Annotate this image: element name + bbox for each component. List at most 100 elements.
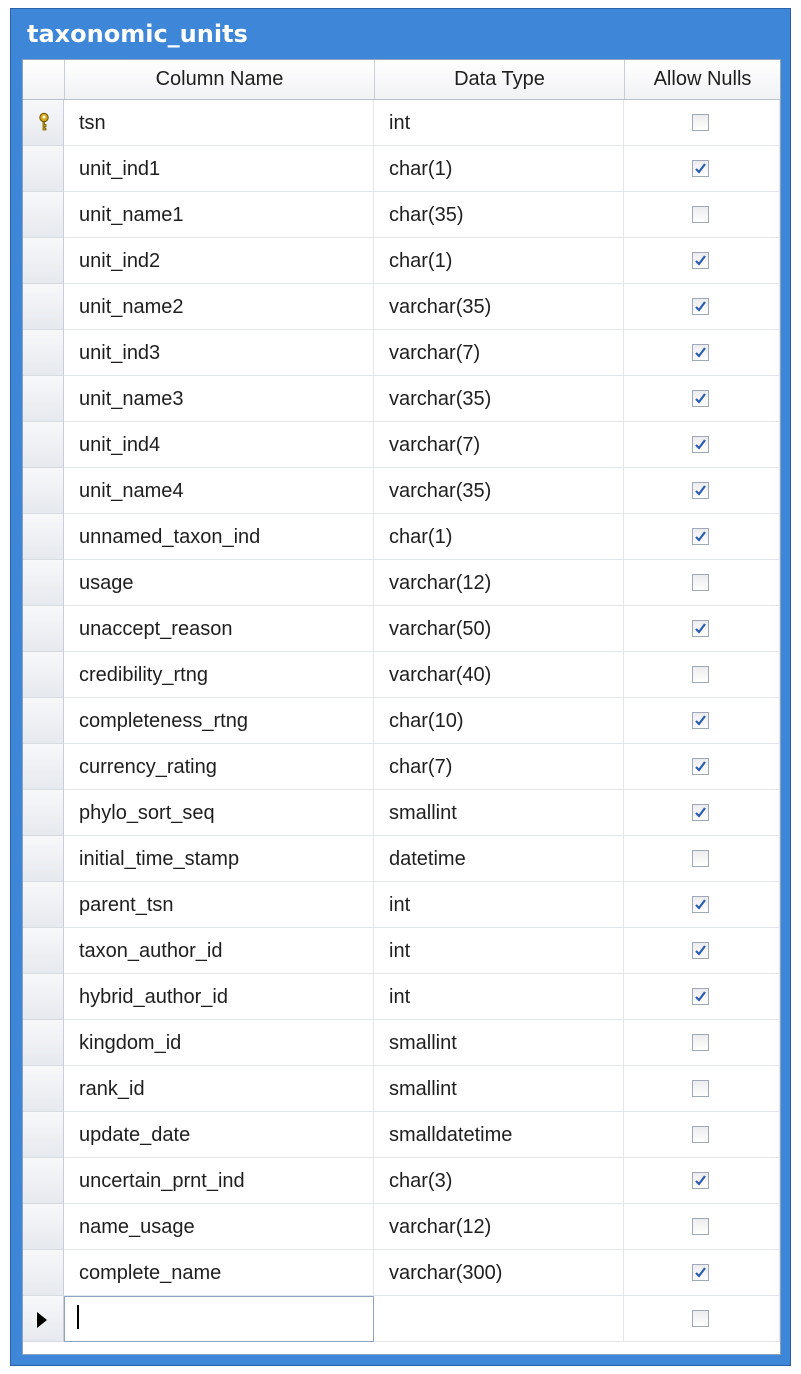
table-row[interactable]: taxon_author_id int <box>23 928 780 974</box>
row-selector[interactable] <box>23 882 64 928</box>
data-type-cell[interactable]: char(35) <box>374 192 624 238</box>
table-row[interactable]: unit_name4 varchar(35) <box>23 468 780 514</box>
column-name-cell[interactable]: uncertain_prnt_ind <box>64 1158 374 1204</box>
column-name-cell[interactable]: unit_name1 <box>64 192 374 238</box>
column-name-cell[interactable]: hybrid_author_id <box>64 974 374 1020</box>
allow-nulls-cell[interactable] <box>624 284 780 330</box>
allow-nulls-cell[interactable] <box>624 1296 780 1342</box>
allow-nulls-checkbox[interactable] <box>692 1218 709 1235</box>
data-type-cell[interactable]: smalldatetime <box>374 1112 624 1158</box>
data-type-cell[interactable]: int <box>374 928 624 974</box>
column-name-cell[interactable]: unit_ind1 <box>64 146 374 192</box>
allow-nulls-cell[interactable] <box>624 882 780 928</box>
table-row[interactable]: usage varchar(12) <box>23 560 780 606</box>
column-name-cell[interactable]: unit_ind4 <box>64 422 374 468</box>
allow-nulls-checkbox-checked[interactable] <box>692 252 709 269</box>
table-row[interactable]: unit_name2 varchar(35) <box>23 284 780 330</box>
allow-nulls-cell[interactable] <box>624 1112 780 1158</box>
table-row[interactable]: unit_ind4 varchar(7) <box>23 422 780 468</box>
allow-nulls-checkbox-checked[interactable] <box>692 482 709 499</box>
column-name-cell[interactable]: unit_name3 <box>64 376 374 422</box>
table-row[interactable]: unnamed_taxon_ind char(1) <box>23 514 780 560</box>
allow-nulls-cell[interactable] <box>624 1066 780 1112</box>
allow-nulls-cell[interactable] <box>624 744 780 790</box>
data-type-cell[interactable]: char(1) <box>374 238 624 284</box>
data-type-cell[interactable]: varchar(12) <box>374 560 624 606</box>
data-type-cell[interactable]: char(1) <box>374 146 624 192</box>
allow-nulls-checkbox-checked[interactable] <box>692 390 709 407</box>
table-row[interactable]: unit_name1 char(35) <box>23 192 780 238</box>
allow-nulls-checkbox-checked[interactable] <box>692 344 709 361</box>
table-row[interactable]: completeness_rtng char(10) <box>23 698 780 744</box>
table-row[interactable]: currency_rating char(7) <box>23 744 780 790</box>
column-name-cell[interactable]: unit_name4 <box>64 468 374 514</box>
row-selector[interactable] <box>23 514 64 560</box>
allow-nulls-cell[interactable] <box>624 376 780 422</box>
data-type-cell[interactable]: char(7) <box>374 744 624 790</box>
table-row[interactable]: unit_ind3 varchar(7) <box>23 330 780 376</box>
allow-nulls-checkbox-checked[interactable] <box>692 1172 709 1189</box>
table-row[interactable]: tsn int <box>23 100 780 146</box>
row-selector[interactable] <box>23 652 64 698</box>
table-row[interactable]: unit_name3 varchar(35) <box>23 376 780 422</box>
column-name-cell[interactable]: name_usage <box>64 1204 374 1250</box>
row-selector[interactable] <box>23 698 64 744</box>
allow-nulls-checkbox[interactable] <box>692 850 709 867</box>
row-selector[interactable] <box>23 376 64 422</box>
allow-nulls-cell[interactable] <box>624 146 780 192</box>
allow-nulls-checkbox[interactable] <box>692 206 709 223</box>
row-selector[interactable] <box>23 238 64 284</box>
allow-nulls-cell[interactable] <box>624 652 780 698</box>
column-name-header[interactable]: Column Name <box>64 60 374 99</box>
table-row[interactable]: rank_id smallint <box>23 1066 780 1112</box>
data-type-cell[interactable]: datetime <box>374 836 624 882</box>
column-name-cell[interactable]: rank_id <box>64 1066 374 1112</box>
table-row[interactable]: parent_tsn int <box>23 882 780 928</box>
column-name-cell[interactable]: unaccept_reason <box>64 606 374 652</box>
row-selector[interactable] <box>23 1204 64 1250</box>
row-selector[interactable] <box>23 284 64 330</box>
allow-nulls-checkbox-checked[interactable] <box>692 896 709 913</box>
allow-nulls-cell[interactable] <box>624 928 780 974</box>
allow-nulls-checkbox-checked[interactable] <box>692 620 709 637</box>
data-type-cell[interactable]: int <box>374 100 624 146</box>
column-name-cell[interactable]: unnamed_taxon_ind <box>64 514 374 560</box>
allow-nulls-checkbox-checked[interactable] <box>692 298 709 315</box>
table-row[interactable]: unit_ind2 char(1) <box>23 238 780 284</box>
data-type-cell[interactable]: int <box>374 974 624 1020</box>
table-row[interactable]: unaccept_reason varchar(50) <box>23 606 780 652</box>
allow-nulls-cell[interactable] <box>624 560 780 606</box>
table-row[interactable]: initial_time_stamp datetime <box>23 836 780 882</box>
column-name-cell[interactable]: unit_name2 <box>64 284 374 330</box>
allow-nulls-checkbox-checked[interactable] <box>692 712 709 729</box>
row-selector[interactable] <box>23 146 64 192</box>
column-name-cell[interactable]: update_date <box>64 1112 374 1158</box>
allow-nulls-cell[interactable] <box>624 790 780 836</box>
data-type-cell[interactable]: smallint <box>374 1020 624 1066</box>
row-selector[interactable] <box>23 330 64 376</box>
column-name-cell[interactable]: unit_ind2 <box>64 238 374 284</box>
table-row[interactable]: uncertain_prnt_ind char(3) <box>23 1158 780 1204</box>
row-selector[interactable] <box>23 1112 64 1158</box>
row-selector[interactable] <box>23 606 64 652</box>
allow-nulls-cell[interactable] <box>624 698 780 744</box>
data-type-cell[interactable]: smallint <box>374 790 624 836</box>
allow-nulls-checkbox[interactable] <box>692 1034 709 1051</box>
row-selector[interactable] <box>23 1066 64 1112</box>
row-selector[interactable] <box>23 192 64 238</box>
column-name-cell[interactable]: phylo_sort_seq <box>64 790 374 836</box>
allow-nulls-cell[interactable] <box>624 1158 780 1204</box>
data-type-cell[interactable]: varchar(12) <box>374 1204 624 1250</box>
row-selector[interactable] <box>23 744 64 790</box>
data-type-cell[interactable]: varchar(7) <box>374 330 624 376</box>
allow-nulls-cell[interactable] <box>624 1020 780 1066</box>
allow-nulls-cell[interactable] <box>624 330 780 376</box>
allow-nulls-checkbox-checked[interactable] <box>692 1264 709 1281</box>
allow-nulls-cell[interactable] <box>624 192 780 238</box>
data-type-cell[interactable]: varchar(35) <box>374 468 624 514</box>
data-type-header[interactable]: Data Type <box>374 60 624 99</box>
new-row[interactable] <box>23 1296 780 1342</box>
row-selector[interactable] <box>23 422 64 468</box>
data-type-cell[interactable]: int <box>374 882 624 928</box>
column-name-cell[interactable]: kingdom_id <box>64 1020 374 1066</box>
